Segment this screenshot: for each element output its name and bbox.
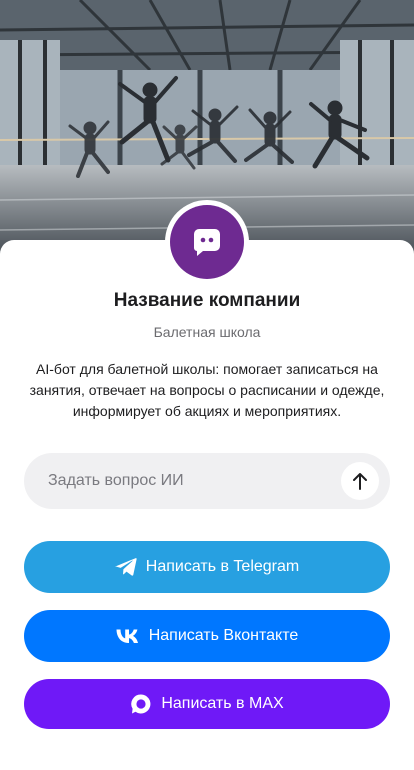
vk-button[interactable]: Написать Вконтакте	[24, 610, 390, 662]
company-name: Название компании	[113, 290, 301, 311]
max-icon	[130, 693, 152, 715]
arrow-up-icon	[353, 473, 367, 490]
telegram-icon	[115, 557, 137, 577]
telegram-button[interactable]: Написать в Telegram	[24, 541, 390, 593]
ask-ai-input[interactable]	[24, 453, 334, 509]
send-button[interactable]	[341, 462, 379, 500]
vk-button-label: Написать Вконтакте	[148, 627, 299, 644]
ask-ai-field	[24, 453, 390, 509]
telegram-button-label: Написать в Telegram	[145, 558, 300, 575]
avatar	[165, 200, 249, 284]
vk-icon	[116, 629, 140, 643]
max-button-label: Написать в MAX	[161, 695, 284, 712]
company-description: AI-бот для балетной школы: помогает запи…	[29, 361, 385, 419]
max-button[interactable]: Написать в MAX	[24, 679, 390, 729]
chat-bubble-icon	[194, 229, 220, 256]
company-category: Балетная школа	[153, 324, 261, 340]
avatar-circle	[170, 205, 244, 279]
